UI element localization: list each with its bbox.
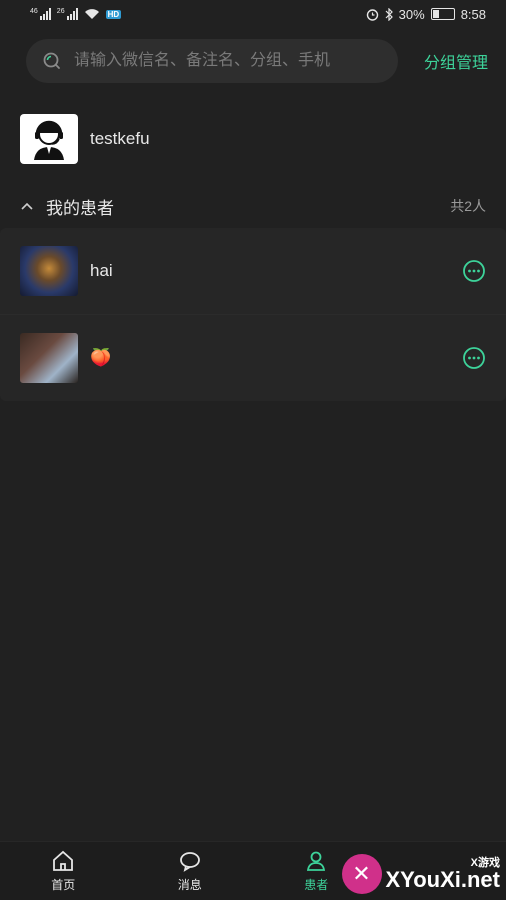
customer-service-name: testkefu (90, 129, 150, 148)
clock: 8:58 (460, 6, 486, 22)
wifi-icon (84, 9, 99, 19)
signal-icon: 26 (57, 8, 78, 20)
battery-percent: 30% (398, 6, 425, 22)
chevron-up-icon (21, 202, 33, 210)
status-left: 46 26 HD (30, 8, 122, 20)
status-right: 30% 8:58 (366, 7, 486, 22)
search-bar[interactable] (26, 39, 398, 83)
patient-group-header[interactable]: 我的患者 共2人 (0, 184, 506, 228)
patient-list: hai 🍑 (0, 228, 506, 401)
patient-avatar (20, 246, 78, 296)
more-options-icon[interactable] (462, 346, 486, 370)
patient-avatar (20, 333, 78, 383)
tab-label: 消息 (177, 878, 202, 892)
customer-service-avatar (20, 114, 78, 164)
patient-name: hai (90, 261, 113, 280)
customer-service-row[interactable]: testkefu (0, 110, 506, 168)
search-row: 分组管理 (0, 28, 506, 84)
headset-person-icon (34, 120, 64, 160)
bluetooth-icon (385, 7, 393, 21)
tab-label: 患者 (304, 878, 329, 892)
status-bar: 46 26 HD 30% 8:58 (0, 0, 506, 28)
search-icon (43, 52, 60, 69)
group-count: 共2人 (450, 198, 486, 214)
group-title: 我的患者 (46, 198, 114, 218)
message-icon (179, 852, 200, 872)
search-input[interactable] (72, 51, 382, 71)
battery-icon (430, 8, 455, 20)
hd-badge: HD (105, 9, 122, 19)
watermark-line2: XYouXi.net (385, 866, 501, 892)
patient-row[interactable]: 🍑 (0, 314, 506, 401)
alarm-icon (366, 8, 378, 21)
home-icon (53, 850, 74, 871)
tab-label: 首页 (51, 878, 76, 892)
patient-row[interactable]: hai (0, 228, 506, 314)
more-options-icon[interactable] (462, 259, 486, 283)
group-manage-button[interactable]: 分组管理 (424, 49, 488, 73)
tab-home[interactable]: 首页 (0, 842, 127, 900)
signal-icon: 46 (30, 8, 51, 20)
patient-name: 🍑 (90, 348, 112, 367)
tab-messages[interactable]: 消息 (127, 842, 254, 900)
user-icon (307, 851, 326, 871)
watermark: ✕ X游戏 XYouXi.net (341, 854, 501, 894)
watermark-logo-icon: ✕ (341, 854, 382, 894)
